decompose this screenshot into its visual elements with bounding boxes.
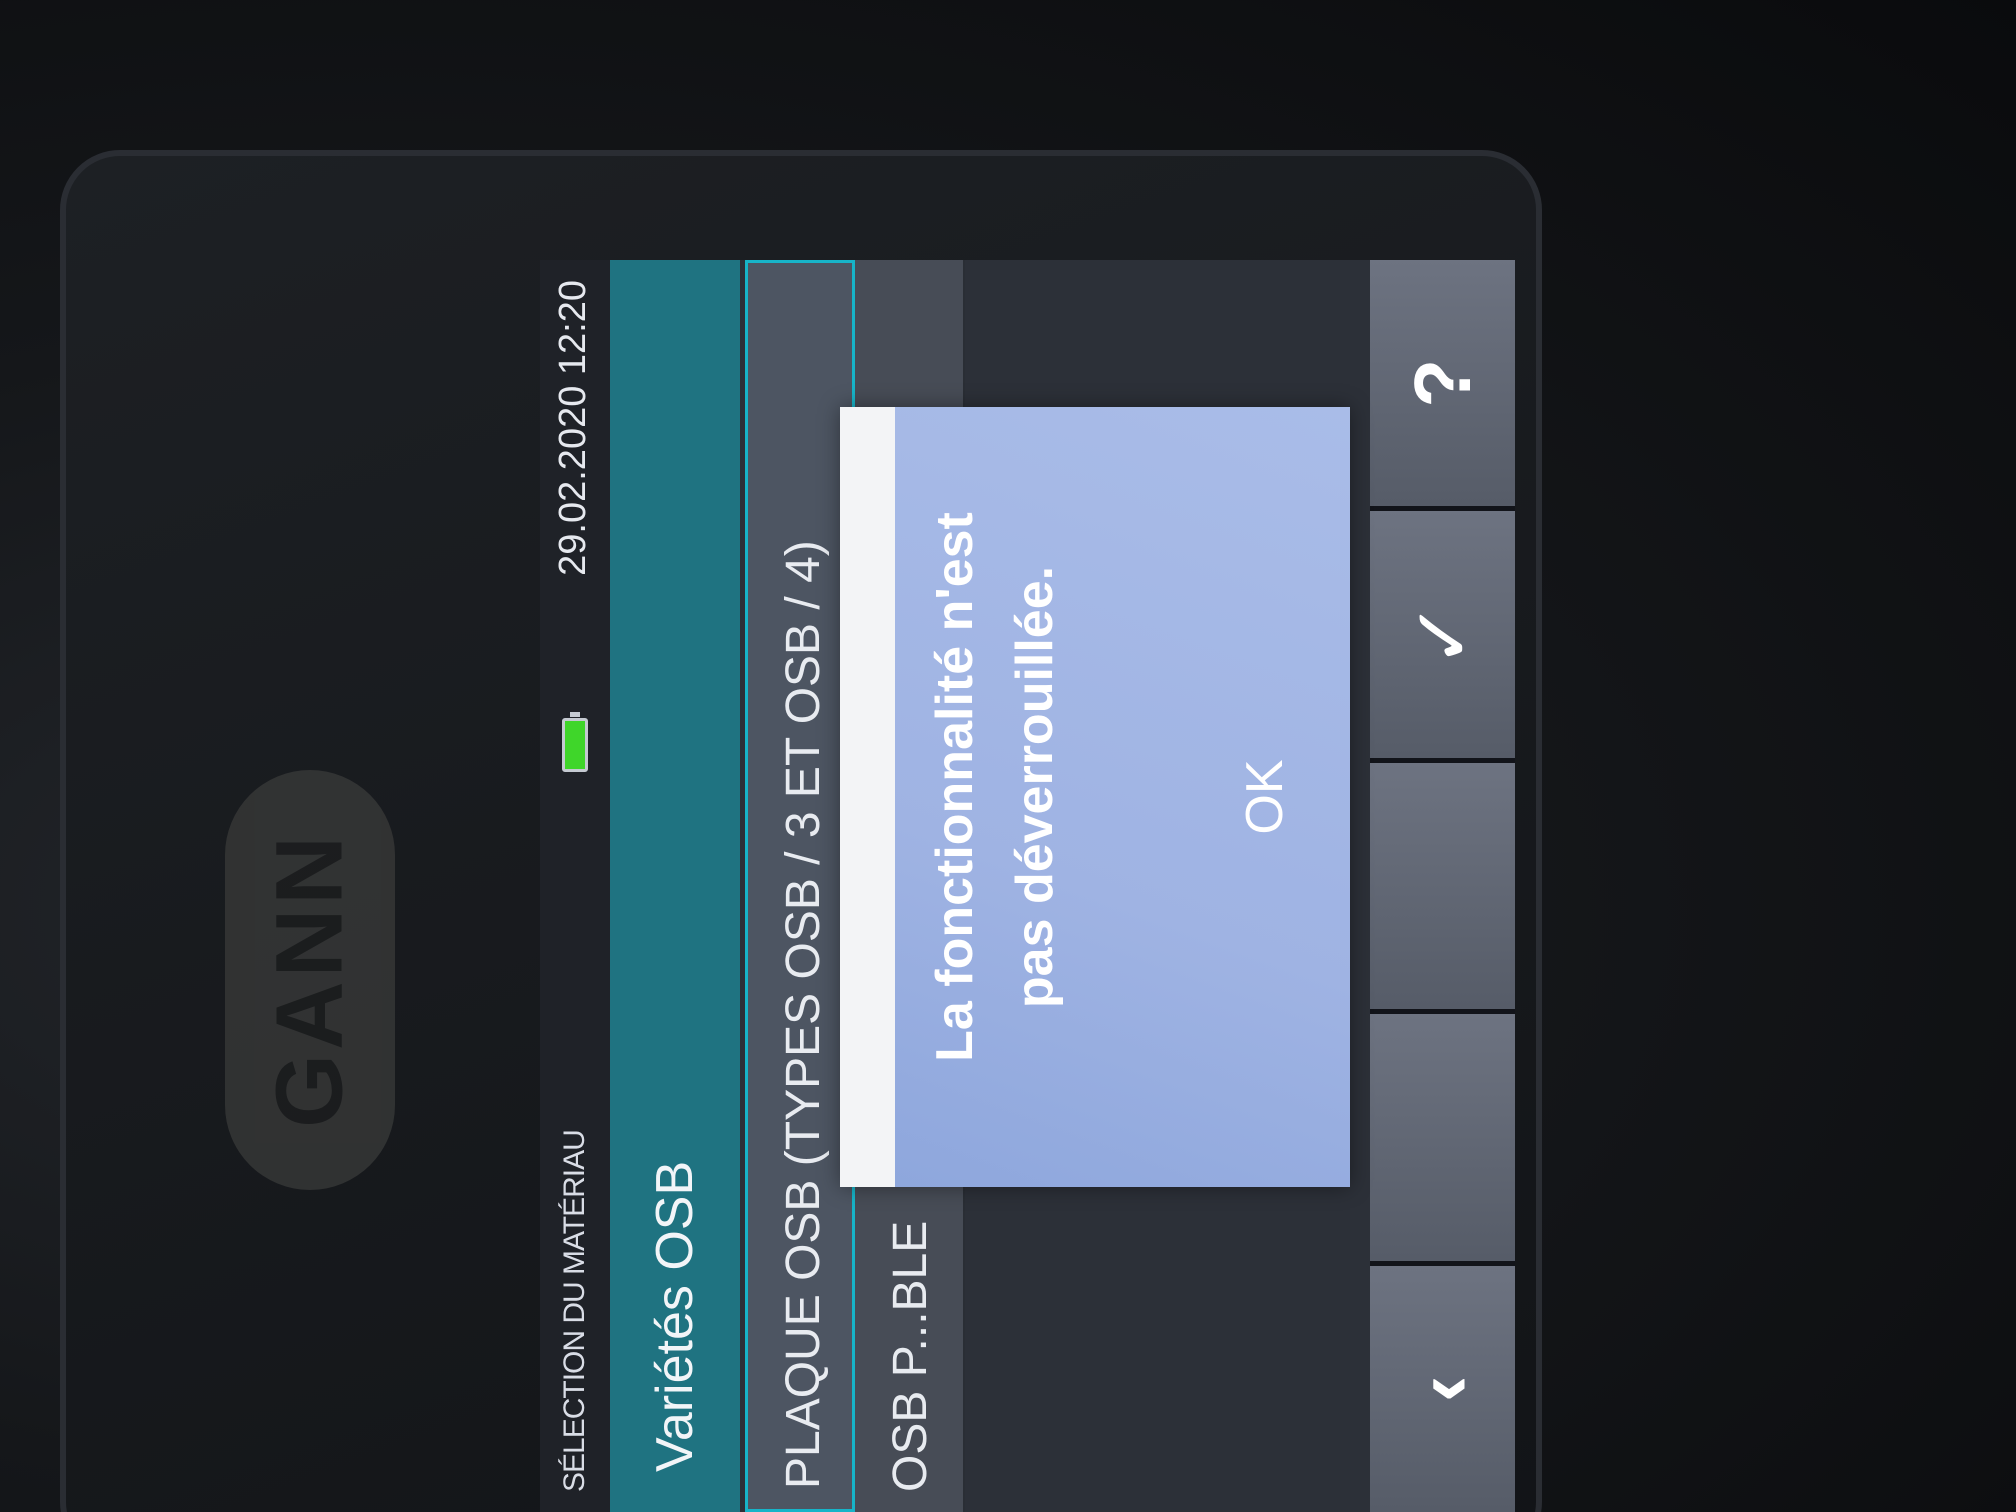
list-item-label: PLAQUE OSB (TYPES OSB / 3 ET OSB / 4) (777, 540, 830, 1489)
brand-logo: GANN (225, 770, 395, 1190)
question-icon: ? (1397, 358, 1487, 408)
list-item-label: OSB P...BLE (884, 1220, 937, 1492)
list-item-osb-plate[interactable]: PLAQUE OSB (TYPES OSB / 3 ET OSB / 4) (745, 260, 855, 1512)
confirm-button[interactable]: ✓ (1370, 506, 1515, 758)
softkey-2[interactable] (1370, 1009, 1515, 1261)
page-title: Variétés OSB (646, 1160, 704, 1472)
softkey-3[interactable] (1370, 757, 1515, 1010)
chevron-left-icon: ‹ (1397, 1375, 1487, 1403)
dialog-title-bar (840, 407, 895, 1187)
device-screen: SÉLECTION DU MATÉRIAU 29.02.2020 12:20 V… (540, 260, 1515, 1512)
page-header: Variétés OSB (610, 260, 740, 1512)
checkmark-icon: ✓ (1398, 601, 1487, 669)
help-button[interactable]: ? (1370, 260, 1515, 507)
status-title: SÉLECTION DU MATÉRIAU (558, 1130, 591, 1492)
dialog-ok-button[interactable]: OK (1220, 747, 1310, 847)
brand-logo-text: GANN (256, 832, 363, 1128)
device-ui: SÉLECTION DU MATÉRIAU 29.02.2020 12:20 V… (540, 260, 1515, 1512)
feature-locked-dialog: La fonctionnalité n'est pas déverrouillé… (840, 407, 1350, 1187)
dialog-message: La fonctionnalité n'est pas déverrouillé… (926, 512, 1064, 1062)
battery-icon (562, 718, 588, 772)
softkey-bar: ‹ ✓ ? (1370, 260, 1515, 1512)
status-datetime: 29.02.2020 12:20 (552, 280, 594, 576)
status-bar: SÉLECTION DU MATÉRIAU 29.02.2020 12:20 (540, 260, 610, 1512)
back-button[interactable]: ‹ (1370, 1260, 1515, 1512)
photo-background: GANN SÉLECTION DU MATÉRIAU 29.02.2020 12… (0, 0, 2016, 1512)
